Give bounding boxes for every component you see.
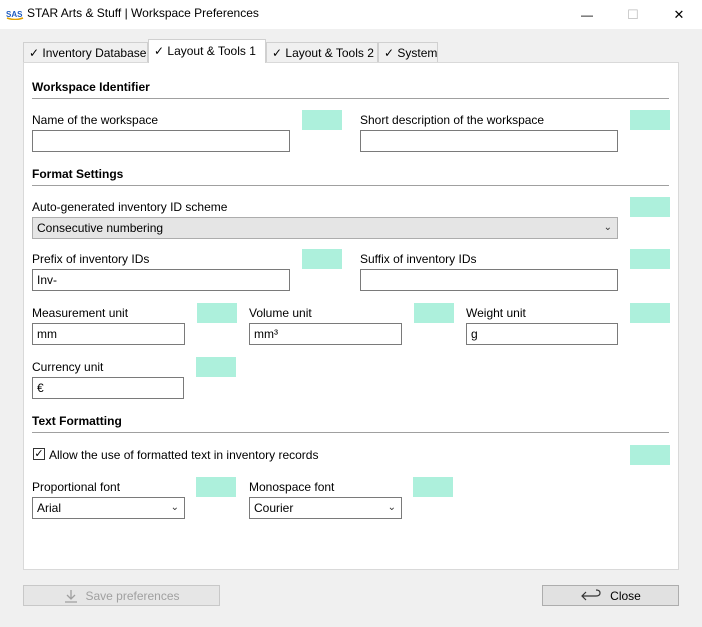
section-workspace-identifier: Workspace Identifier xyxy=(32,80,150,94)
save-icon xyxy=(63,589,79,603)
monospace-font-select[interactable]: Courier ⌄ xyxy=(249,497,402,519)
tab-layout-tools-2[interactable]: ✓ Layout & Tools 2 xyxy=(266,42,378,62)
proportional-font-color-swatch[interactable] xyxy=(196,477,236,497)
weight-unit-input[interactable] xyxy=(466,323,618,345)
close-button-label: Close xyxy=(610,588,641,603)
tab-system[interactable]: ✓ System xyxy=(378,42,438,62)
workspace-name-label: Name of the workspace xyxy=(32,113,159,127)
workspace-name-input[interactable] xyxy=(32,130,290,152)
close-window-button[interactable]: ✕ xyxy=(656,0,702,29)
currency-unit-label: Currency unit xyxy=(32,360,104,374)
tab-inventory-database[interactable]: ✓ Inventory Database xyxy=(23,42,148,62)
chevron-down-icon: ⌄ xyxy=(170,502,179,513)
measurement-unit-label: Measurement unit xyxy=(32,306,129,320)
currency-unit-input[interactable] xyxy=(32,377,184,399)
chevron-down-icon: ⌄ xyxy=(387,502,396,513)
proportional-font-label: Proportional font xyxy=(32,480,121,494)
prefix-input[interactable] xyxy=(32,269,290,291)
monospace-font-value: Courier xyxy=(254,501,294,515)
measurement-unit-color-swatch[interactable] xyxy=(197,303,237,323)
return-arrow-icon xyxy=(580,588,602,603)
suffix-label: Suffix of inventory IDs xyxy=(360,252,477,266)
monospace-font-label: Monospace font xyxy=(249,480,335,494)
id-scheme-color-swatch[interactable] xyxy=(630,197,670,217)
section-divider xyxy=(32,98,669,99)
monospace-font-color-swatch[interactable] xyxy=(413,477,453,497)
minimize-icon: — xyxy=(581,7,593,22)
proportional-font-select[interactable]: Arial ⌄ xyxy=(32,497,185,519)
proportional-font-value: Arial xyxy=(37,501,62,515)
measurement-unit-input[interactable] xyxy=(32,323,185,345)
suffix-color-swatch[interactable] xyxy=(630,249,670,269)
title-bar: SAS STAR Arts & Stuff | Workspace Prefer… xyxy=(0,0,702,29)
short-description-input[interactable] xyxy=(360,130,618,152)
app-logo-icon: SAS xyxy=(6,6,24,21)
allow-formatted-label[interactable]: Allow the use of formatted text in inven… xyxy=(49,448,318,462)
short-description-color-swatch[interactable] xyxy=(630,110,670,130)
tab-layout-tools-1[interactable]: ✓ Layout & Tools 1 xyxy=(148,39,266,63)
currency-unit-color-swatch[interactable] xyxy=(196,357,236,377)
volume-unit-input[interactable] xyxy=(249,323,402,345)
section-divider xyxy=(32,432,669,433)
save-preferences-button[interactable]: Save preferences xyxy=(23,585,220,606)
prefix-label: Prefix of inventory IDs xyxy=(32,252,150,266)
chevron-down-icon: ⌄ xyxy=(603,222,612,233)
section-divider xyxy=(32,185,669,186)
id-scheme-value: Consecutive numbering xyxy=(37,221,164,235)
volume-unit-color-swatch[interactable] xyxy=(414,303,454,323)
suffix-input[interactable] xyxy=(360,269,618,291)
save-preferences-label: Save preferences xyxy=(85,588,180,603)
id-scheme-label: Auto-generated inventory ID scheme xyxy=(32,200,228,214)
close-button[interactable]: Close xyxy=(542,585,679,606)
workspace-name-color-swatch[interactable] xyxy=(302,110,342,130)
section-text-formatting: Text Formatting xyxy=(32,414,122,428)
section-format-settings: Format Settings xyxy=(32,167,124,181)
minimize-button[interactable]: — xyxy=(564,0,610,29)
short-description-label: Short description of the workspace xyxy=(360,113,545,127)
id-scheme-select[interactable]: Consecutive numbering ⌄ xyxy=(32,217,618,239)
weight-unit-label: Weight unit xyxy=(466,306,526,320)
allow-formatted-color-swatch[interactable] xyxy=(630,445,670,465)
close-icon: ✕ xyxy=(673,6,685,22)
maximize-button[interactable]: ☐ xyxy=(610,0,656,29)
maximize-icon: ☐ xyxy=(627,6,639,22)
allow-formatted-checkbox[interactable]: ✓ xyxy=(33,448,45,460)
volume-unit-label: Volume unit xyxy=(249,306,312,320)
prefix-color-swatch[interactable] xyxy=(302,249,342,269)
svg-text:SAS: SAS xyxy=(6,10,23,19)
weight-unit-color-swatch[interactable] xyxy=(630,303,670,323)
window-title: STAR Arts & Stuff | Workspace Preference… xyxy=(27,6,259,20)
